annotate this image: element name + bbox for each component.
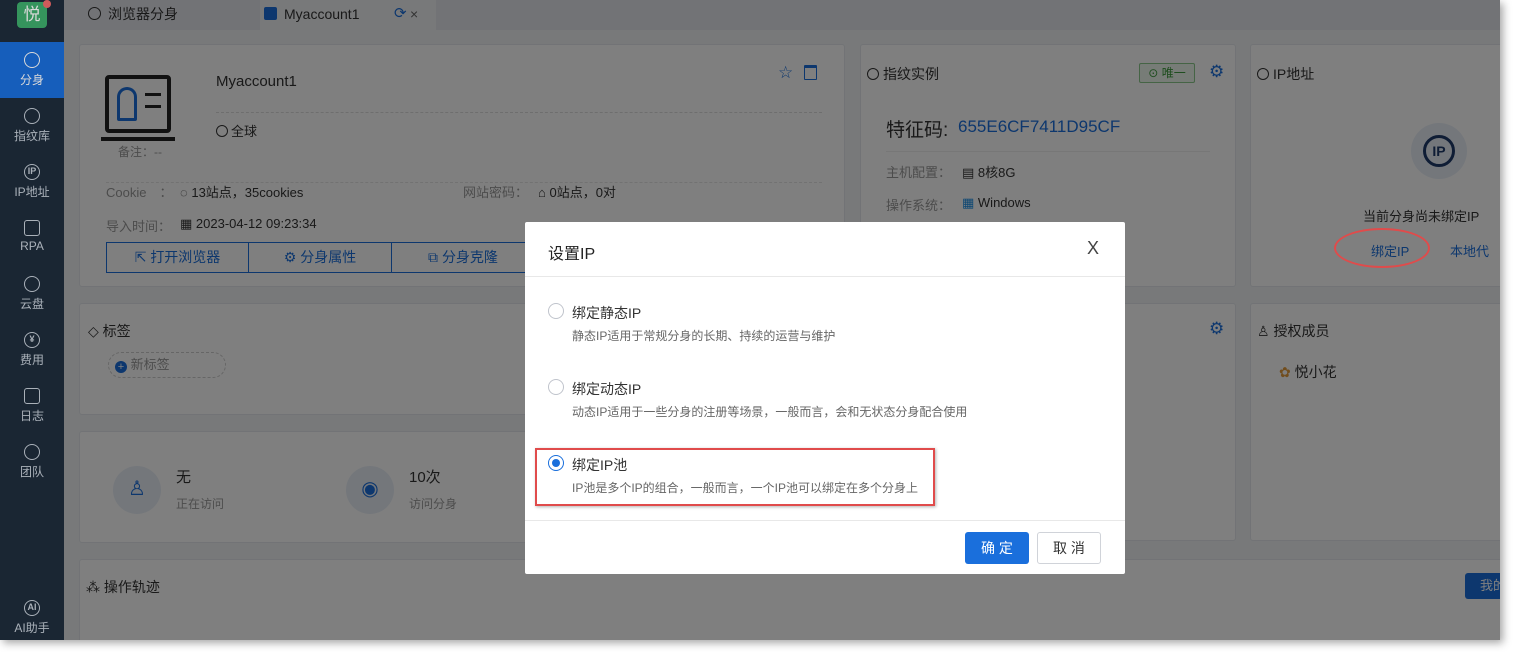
- app-window: 悦 分身 指纹库 IP IP地址 RPA 云盘 ¥ 费用 日志 团队 AI AI…: [0, 0, 1500, 640]
- option-desc: IP池是多个IP的组合，一般而言，一个IP池可以绑定在多个分身上: [572, 481, 919, 495]
- close-icon[interactable]: X: [1087, 238, 1099, 259]
- confirm-button[interactable]: 确 定: [965, 532, 1029, 564]
- radio-ip-pool[interactable]: [548, 455, 564, 471]
- divider: [525, 520, 1125, 521]
- radio-static-ip[interactable]: [548, 303, 564, 319]
- highlight-ellipse: [1334, 228, 1430, 268]
- option-label[interactable]: 绑定动态IP: [572, 379, 641, 399]
- dialog-title: 设置IP: [548, 246, 596, 263]
- modal-overlay-sidebar: [0, 0, 64, 640]
- option-desc: 静态IP适用于常规分身的长期、持续的运营与维护: [572, 329, 836, 343]
- divider: [525, 276, 1125, 277]
- radio-dynamic-ip[interactable]: [548, 379, 564, 395]
- option-label[interactable]: 绑定IP池: [572, 455, 627, 475]
- cancel-button[interactable]: 取 消: [1037, 532, 1101, 564]
- set-ip-dialog: 设置IP X 绑定静态IP 静态IP适用于常规分身的长期、持续的运营与维护 绑定…: [525, 222, 1125, 574]
- option-label[interactable]: 绑定静态IP: [572, 303, 641, 323]
- option-desc: 动态IP适用于一些分身的注册等场景，一般而言，会和无状态分身配合使用: [572, 405, 968, 419]
